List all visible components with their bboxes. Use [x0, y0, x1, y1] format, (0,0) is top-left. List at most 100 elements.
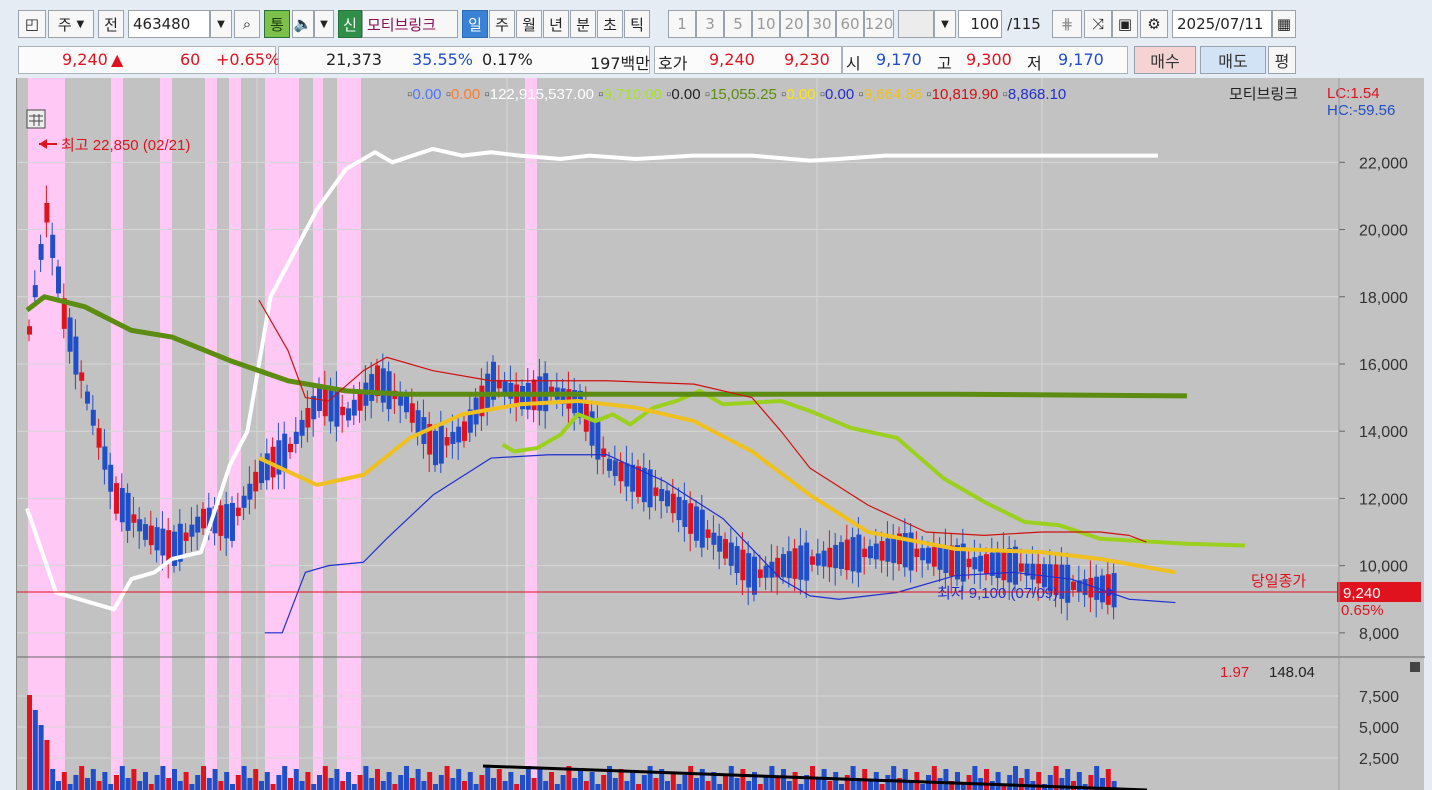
candle-body — [438, 425, 444, 464]
volume-bar — [705, 781, 711, 790]
volume-bar — [27, 695, 32, 790]
volume-bar — [351, 784, 357, 790]
volume-bar — [340, 781, 346, 790]
volume-bar — [276, 775, 282, 790]
interval-button-4[interactable]: 20 — [780, 10, 808, 38]
candle-body — [131, 514, 137, 523]
candle-body — [723, 539, 728, 559]
stock-name-field[interactable]: 모티브링크 — [362, 10, 458, 38]
candle-body — [369, 374, 375, 401]
period-tab-1[interactable]: 주 — [489, 10, 515, 38]
volume-bar — [676, 784, 682, 790]
open-label: 시 — [846, 54, 861, 73]
interval-button-1[interactable]: 3 — [696, 10, 724, 38]
grid-icon[interactable]: ⋕ — [1052, 10, 1082, 38]
interval-button-5[interactable]: 30 — [808, 10, 836, 38]
volume-bar — [404, 766, 409, 790]
crosshair-icon[interactable]: ⤨ — [1084, 10, 1112, 38]
candle-body — [839, 542, 844, 569]
custom-interval-input[interactable] — [898, 10, 934, 38]
mode-button[interactable]: 전 — [98, 10, 124, 38]
search-icon[interactable]: ⌕ — [234, 10, 260, 38]
volume-bar — [1094, 766, 1100, 790]
flat-button[interactable]: 평 — [1268, 46, 1296, 74]
candle-body — [943, 546, 949, 574]
candle-body — [485, 373, 491, 409]
period-tab-3[interactable]: 년 — [543, 10, 569, 38]
period-tab-6[interactable]: 틱 — [624, 10, 650, 38]
candle-body — [346, 408, 351, 421]
volume-bar — [444, 766, 450, 790]
speaker-dropdown-button[interactable]: ▼ — [314, 10, 334, 38]
volume-bar — [520, 775, 525, 790]
candle-body — [160, 528, 166, 556]
candle-body — [827, 547, 833, 568]
candle-body — [1030, 563, 1036, 580]
candle-body — [885, 538, 891, 562]
date-input[interactable]: 2025/07/11 — [1172, 10, 1272, 38]
highlight-band — [28, 78, 65, 790]
code-dropdown-button[interactable]: ▼ — [210, 10, 232, 38]
low-annotation: 최저 9,100 (07/09) — [937, 585, 1115, 602]
price-tick-label: 16,000 — [1359, 357, 1408, 374]
interval-button-0[interactable]: 1 — [668, 10, 696, 38]
sell-button[interactable]: 매도 — [1200, 46, 1266, 74]
count-input[interactable]: 100 — [958, 10, 1002, 38]
tong-button[interactable]: 통 — [264, 10, 290, 38]
volume-bar — [972, 766, 978, 790]
candle-body — [299, 419, 305, 436]
volume-bar — [717, 784, 723, 790]
candle-body — [108, 464, 114, 492]
volume-bar — [67, 784, 73, 790]
volume-bar — [206, 778, 212, 790]
volume-bar — [902, 769, 908, 790]
volume-bar — [172, 769, 177, 790]
calculator-icon[interactable] — [26, 109, 46, 129]
buy-button[interactable]: 매수 — [1134, 46, 1196, 74]
save-icon[interactable]: ▣ — [1112, 10, 1138, 38]
legend-value: 15,055.25 — [710, 86, 781, 103]
interval-button-3[interactable]: 10 — [752, 10, 780, 38]
volume-bar — [56, 781, 61, 790]
volume-bar — [879, 784, 885, 790]
indicator-line-0 — [25, 146, 1158, 612]
market-select[interactable]: 주 ▼ — [48, 10, 94, 38]
chart-canvas[interactable]: 22,000 20,000 18,000 16,000 14,000 12,000 10,0… — [17, 78, 1425, 790]
interval-button-2[interactable]: 5 — [724, 10, 752, 38]
price-chart[interactable]: 22,000 20,000 18,000 16,000 14,000 12,000 10,0… — [16, 78, 1425, 790]
candle-body — [752, 556, 757, 595]
volume-bar — [543, 781, 549, 790]
period-tab-5[interactable]: 초 — [597, 10, 623, 38]
hoga-label: 호가 — [658, 54, 688, 73]
period-tab-4[interactable]: 분 — [570, 10, 596, 38]
speaker-icon[interactable]: 🔈 — [292, 10, 314, 38]
volume-bar — [224, 772, 230, 790]
candle-body — [589, 411, 595, 446]
interval-button-7[interactable]: 120 — [864, 10, 894, 38]
highlight-band — [313, 78, 323, 790]
interval-button-6[interactable]: 60 — [836, 10, 864, 38]
price-tick-label: 12,000 — [1359, 491, 1408, 508]
candle-body — [1082, 579, 1088, 595]
high-annotation: 최고 22,850 (02/21) — [39, 137, 190, 154]
candle-body — [166, 530, 172, 561]
stock-code-input[interactable]: 463480 — [128, 10, 210, 38]
interval-dropdown-button[interactable]: ▼ — [934, 10, 956, 38]
sin-button[interactable]: 신 — [338, 10, 362, 38]
candle-body — [218, 505, 224, 536]
volume-bar — [450, 778, 456, 790]
volume-bar — [589, 772, 595, 790]
volume-bar — [259, 781, 264, 790]
legend-value: 0.00 — [451, 86, 484, 103]
period-tab-0[interactable]: 일 — [462, 10, 488, 38]
legend-value: 8,868.10 — [1008, 86, 1066, 103]
volume-bar — [984, 769, 989, 790]
highlight-band — [205, 78, 217, 790]
window-menu-icon[interactable]: ◰ — [18, 10, 46, 38]
volume-tick-label: 5,000 — [1359, 720, 1399, 737]
calendar-icon[interactable]: ▦ — [1272, 10, 1296, 38]
gear-icon[interactable]: ⚙ — [1140, 10, 1168, 38]
candle-body — [380, 368, 386, 403]
period-tab-2[interactable]: 월 — [516, 10, 542, 38]
close-pane-icon[interactable] — [1410, 662, 1420, 672]
